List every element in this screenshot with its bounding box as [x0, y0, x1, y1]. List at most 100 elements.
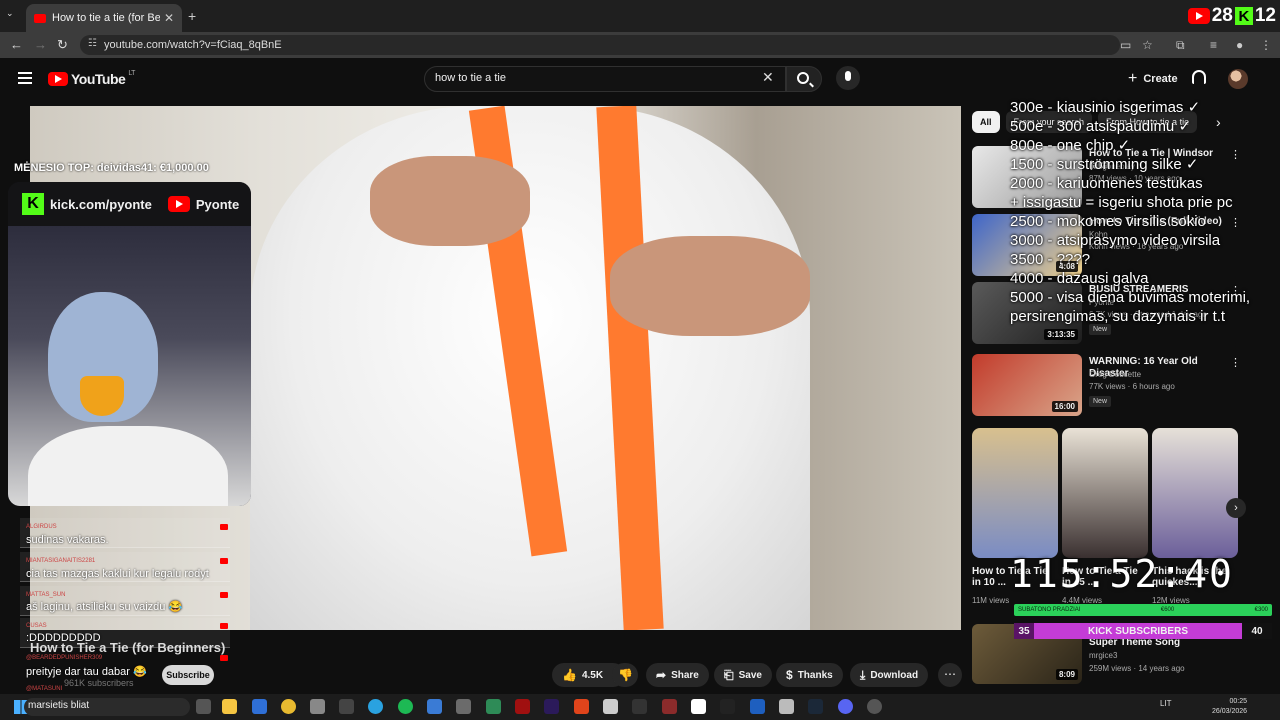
back-icon[interactable]: ← — [10, 37, 23, 52]
chat-username: CUSAS — [26, 623, 47, 629]
search-value: how to tie a tie — [435, 72, 506, 84]
share-button[interactable]: ➦ Share — [646, 663, 709, 687]
goal-line: 300e - kiausinio isgerimas ✓ — [1010, 99, 1201, 116]
taskbar: marsietis bliat LIT 00:25 26/03/2026 — [0, 694, 1280, 720]
app-icon[interactable] — [603, 699, 618, 714]
avatar[interactable] — [1228, 69, 1248, 89]
app-icon[interactable] — [515, 699, 530, 714]
premiere-icon[interactable] — [544, 699, 559, 714]
browser-menu-icon[interactable]: ⋮ — [1260, 38, 1272, 52]
chat-text: aš laginu, atsilieku su vaizdu 😂 — [26, 601, 183, 613]
short-thumbnail[interactable] — [1062, 428, 1148, 558]
browser-tab[interactable]: How to tie a tie (for Beginners) ✕ — [26, 4, 182, 32]
plus-icon: + — [1128, 70, 1138, 87]
app-icon[interactable] — [867, 699, 882, 714]
region-code: LT — [128, 69, 135, 77]
profile-icon[interactable]: ● — [1236, 38, 1243, 52]
video-title: How to Tie a Tie (for Beginners) — [30, 640, 226, 655]
new-badge: New — [1089, 396, 1112, 407]
app-icon[interactable] — [691, 699, 706, 714]
short-thumbnail[interactable] — [972, 428, 1058, 558]
share-label: Share — [671, 669, 699, 681]
pigeon-beak — [80, 376, 124, 416]
app-icon[interactable] — [486, 699, 501, 714]
notifications-bell-icon[interactable] — [1192, 70, 1206, 84]
save-label: Save — [738, 669, 762, 681]
youtube-logo-icon — [1187, 8, 1210, 24]
donation-goals-overlay: 300e - kiausinio isgerimas ✓ 500e - 300 … — [1010, 98, 1280, 326]
brave-icon[interactable] — [574, 699, 589, 714]
extensions-icon[interactable]: ⧉ — [1176, 38, 1185, 53]
tab-title: How to tie a tie (for Beginners) — [52, 12, 160, 24]
steam-icon[interactable] — [808, 699, 823, 714]
tab-search-icon[interactable]: ⌄ — [6, 8, 20, 22]
download-icon: ⤓ — [860, 667, 866, 682]
video-thumbnail: 16:00 — [972, 354, 1082, 416]
task-view-icon[interactable] — [196, 699, 211, 714]
kebab-menu-icon[interactable]: ⋮ — [1230, 356, 1241, 369]
cast-icon[interactable]: ▭ — [1120, 38, 1131, 52]
file-explorer-icon[interactable] — [222, 699, 237, 714]
short-thumbnail[interactable] — [1152, 428, 1238, 558]
site-info-icon[interactable]: ☷ — [88, 38, 97, 49]
browser-tab-bar: ⌄ How to tie a tie (for Beginners) ✕ + 2… — [0, 0, 1280, 32]
chat-username: @BEARDEDPUNISHER309 — [26, 655, 103, 661]
close-tab-icon[interactable]: ✕ — [164, 11, 174, 25]
create-button[interactable]: + Create — [1120, 67, 1186, 91]
youtube-logo[interactable]: YouTube LT — [48, 69, 135, 87]
more-actions-icon[interactable]: ⋯ — [938, 663, 962, 687]
clock[interactable]: 00:25 26/03/2026 — [1212, 697, 1247, 717]
edge-icon[interactable] — [368, 699, 383, 714]
goal-line: 2000 - kariuomenes testukas — [1010, 175, 1203, 192]
app-icon[interactable] — [632, 699, 647, 714]
chip-all[interactable]: All — [972, 111, 1000, 133]
reading-list-icon[interactable]: ≡ — [1210, 38, 1217, 52]
app-icon[interactable] — [339, 699, 354, 714]
chat-username: MATTAS_SUN — [26, 592, 66, 598]
terminal-icon[interactable] — [720, 699, 735, 714]
youtube-logo-text: YouTube — [71, 71, 126, 87]
stream-handles: K kick.com/pyonte Pyonte — [8, 182, 251, 226]
app-icon[interactable] — [779, 699, 794, 714]
search-button[interactable] — [786, 66, 822, 92]
subathon-right: €300 — [1254, 607, 1268, 613]
download-button[interactable]: ⤓ Download — [850, 663, 929, 687]
youtube-logo-icon — [167, 196, 190, 212]
bookmark-star-icon[interactable]: ☆ — [1142, 38, 1153, 52]
search-input[interactable]: how to tie a tie — [424, 66, 786, 92]
rec-meta: 77K views · 6 hours ago — [1089, 382, 1175, 391]
chevron-right-icon[interactable]: › — [1226, 498, 1246, 518]
dislike-button[interactable]: 👎 — [612, 663, 638, 687]
top-donor-text: MĖNESIO TOP: deividas41: €1,000.00 — [14, 162, 209, 174]
thanks-button[interactable]: $ Thanks — [776, 663, 843, 687]
new-tab-icon[interactable]: + — [188, 8, 196, 24]
subathon-label: SUBATONO PRADZIAI — [1018, 607, 1081, 613]
url-text: youtube.com/watch?v=fCiaq_8qBnE — [104, 39, 282, 51]
reload-icon[interactable]: ↻ — [57, 37, 68, 53]
app-icon[interactable] — [456, 699, 471, 714]
app-icon[interactable] — [310, 699, 325, 714]
clear-search-icon[interactable]: ✕ — [762, 69, 774, 86]
chrome-icon[interactable] — [281, 699, 296, 714]
spotify-icon[interactable] — [398, 699, 413, 714]
url-field[interactable]: ☷ youtube.com/watch?v=fCiaq_8qBnE — [80, 35, 1120, 55]
menu-icon[interactable] — [18, 72, 32, 84]
recommendation-item[interactable]: 16:00 WARNING: 16 Year Old Disaster Greg… — [972, 354, 1252, 416]
language-indicator[interactable]: LIT — [1160, 699, 1172, 708]
youtube-chat-icon — [220, 623, 228, 629]
app-icon[interactable] — [662, 699, 677, 714]
app-icon[interactable] — [252, 699, 267, 714]
word-icon[interactable] — [750, 699, 765, 714]
subscribe-button[interactable]: Subscribe — [162, 665, 214, 685]
discord-icon[interactable] — [838, 699, 853, 714]
voice-search-icon[interactable] — [836, 66, 860, 90]
photos-icon[interactable] — [427, 699, 442, 714]
video-frame-hand — [370, 156, 530, 246]
goal-line: + issigastu = isgeriu shota prie pc — [1010, 194, 1233, 211]
forward-icon[interactable]: → — [34, 37, 47, 52]
chat-username: MIANTASIGANAITIS2281 — [26, 558, 96, 564]
save-button[interactable]: ⎗ Save — [714, 663, 772, 687]
taskbar-search[interactable]: marsietis bliat — [24, 698, 190, 716]
share-icon: ➦ — [656, 668, 667, 682]
goal-line: 500e - 300 atsispaudimu ✓ — [1010, 118, 1192, 135]
